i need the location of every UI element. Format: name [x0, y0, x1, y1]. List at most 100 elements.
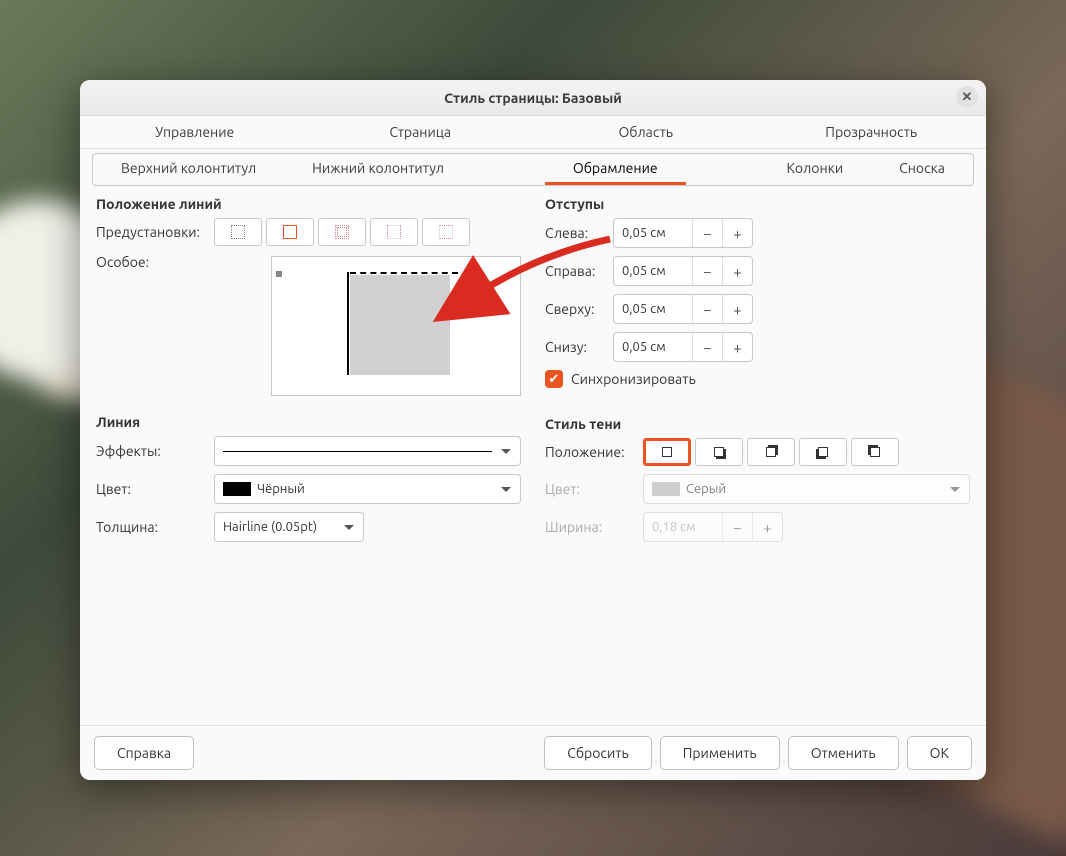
tab-page[interactable]: Страница — [308, 116, 534, 148]
shadow-bottom-right[interactable] — [695, 438, 743, 466]
line-color-label: Цвет: — [96, 481, 206, 497]
preset-top-bottom[interactable] — [422, 218, 470, 246]
preview-top-border-selected — [350, 272, 458, 274]
shadow-width-row: Ширина: − + — [545, 512, 970, 542]
dialog-content: Положение линий Предустановки: Особое: — [80, 186, 986, 725]
shadow-width-spin: − + — [643, 512, 783, 542]
handle-top-left — [276, 271, 282, 277]
pad-bottom-input[interactable] — [614, 340, 692, 354]
shadow-top-right[interactable] — [747, 438, 795, 466]
shadow-br-icon — [714, 447, 724, 457]
shadow-position-label: Положение: — [545, 444, 635, 460]
preset-none[interactable] — [214, 218, 262, 246]
line-color-row: Цвет: Чёрный — [96, 474, 521, 504]
line-width-label: Толщина: — [96, 519, 206, 535]
tab-header[interactable]: Верхний колонтитул — [93, 154, 284, 185]
shadow-none[interactable] — [643, 438, 691, 466]
line-width-value: Hairline (0.05pt) — [223, 520, 317, 534]
section-line-arrangement: Положение линий — [96, 196, 521, 212]
left-column: Положение линий Предустановки: Особое: — [96, 196, 521, 721]
shadow-width-label: Ширина: — [545, 519, 635, 535]
shadow-width-inc: + — [752, 513, 782, 541]
tab-area[interactable]: Область — [533, 116, 759, 148]
apply-button[interactable]: Применить — [660, 736, 780, 770]
effects-combo[interactable] — [214, 436, 521, 466]
tab-columns[interactable]: Колонки — [759, 154, 872, 185]
pad-right-spin[interactable]: − + — [613, 256, 753, 286]
checkbox-checked-icon: ✔ — [545, 370, 563, 388]
tab-footnote[interactable]: Сноска — [871, 154, 973, 185]
pad-top-input[interactable] — [614, 302, 692, 316]
line-width-combo[interactable]: Hairline (0.05pt) — [214, 512, 364, 542]
line-color-combo[interactable]: Чёрный — [214, 474, 521, 504]
section-shadow: Стиль тени — [545, 416, 970, 432]
reset-button[interactable]: Сбросить — [544, 736, 651, 770]
effects-row: Эффекты: — [96, 436, 521, 466]
line-style-preview — [223, 451, 492, 452]
shadow-color-swatch-icon — [652, 482, 680, 496]
pad-bottom-inc[interactable]: + — [722, 333, 752, 361]
tab-borders[interactable]: Обрамление — [545, 154, 686, 185]
close-button[interactable]: ✕ — [956, 86, 978, 108]
cancel-button[interactable]: Отменить — [788, 736, 899, 770]
help-button[interactable]: Справка — [94, 736, 194, 770]
pad-top-row: Сверху: − + — [545, 294, 970, 324]
section-padding: Отступы — [545, 196, 970, 212]
pad-right-row: Справа: − + — [545, 256, 970, 286]
pad-bottom-row: Снизу: − + — [545, 332, 970, 362]
pad-right-dec[interactable]: − — [692, 257, 722, 285]
ok-button[interactable]: ОК — [907, 736, 972, 770]
pad-left-input[interactable] — [614, 226, 692, 240]
pad-bottom-label: Снизу: — [545, 339, 605, 355]
custom-row: Особое: — [96, 254, 521, 396]
presets-label: Предустановки: — [96, 224, 206, 240]
shadow-top-left[interactable] — [851, 438, 899, 466]
close-icon: ✕ — [962, 90, 973, 105]
sync-checkbox[interactable]: ✔ Синхронизировать — [545, 370, 970, 388]
pad-top-dec[interactable]: − — [692, 295, 722, 323]
shadow-bl-icon — [818, 447, 828, 457]
shadow-tl-icon — [870, 447, 880, 457]
custom-border-preview[interactable] — [271, 256, 521, 396]
pad-left-row: Слева: − + — [545, 218, 970, 248]
shadow-color-row: Цвет: Серый — [545, 474, 970, 504]
pad-left-spin[interactable]: − + — [613, 218, 753, 248]
preset-box-icon — [283, 225, 297, 239]
shadow-bottom-left[interactable] — [799, 438, 847, 466]
tab-management[interactable]: Управление — [82, 116, 308, 148]
pad-right-inc[interactable]: + — [722, 257, 752, 285]
color-swatch-icon — [223, 482, 251, 496]
tab-footer[interactable]: Нижний колонтитул — [284, 154, 472, 185]
preview-page — [350, 275, 450, 375]
pad-bottom-spin[interactable]: − + — [613, 332, 753, 362]
tab-transparency[interactable]: Прозрачность — [759, 116, 985, 148]
presets-row: Предустановки: — [96, 218, 521, 246]
titlebar: Стиль страницы: Базовый ✕ — [80, 80, 986, 116]
effects-label: Эффекты: — [96, 443, 206, 459]
line-width-row: Толщина: Hairline (0.05pt) — [96, 512, 521, 542]
section-line: Линия — [96, 414, 521, 430]
pad-right-label: Справа: — [545, 263, 605, 279]
preset-left-right[interactable] — [370, 218, 418, 246]
tabs-row-1: Управление Страница Область Прозрачность — [80, 116, 986, 149]
tabs-row-2: Верхний колонтитул Нижний колонтитул Обр… — [92, 153, 974, 186]
preset-shadow-box[interactable] — [318, 218, 366, 246]
shadow-width-dec: − — [722, 513, 752, 541]
pad-left-label: Слева: — [545, 225, 605, 241]
dialog-buttons: Справка Сбросить Применить Отменить ОК — [80, 725, 986, 780]
pad-left-dec[interactable]: − — [692, 219, 722, 247]
shadow-none-icon — [662, 447, 672, 457]
preset-tb-icon — [439, 225, 453, 239]
pad-left-inc[interactable]: + — [722, 219, 752, 247]
pad-top-label: Сверху: — [545, 301, 605, 317]
sync-label: Синхронизировать — [571, 371, 696, 387]
shadow-width-input — [644, 520, 722, 534]
pad-bottom-dec[interactable]: − — [692, 333, 722, 361]
pad-right-input[interactable] — [614, 264, 692, 278]
preset-lr-icon — [387, 225, 401, 239]
custom-label: Особое: — [96, 254, 206, 270]
pad-top-spin[interactable]: − + — [613, 294, 753, 324]
pad-top-inc[interactable]: + — [722, 295, 752, 323]
line-color-value: Чёрный — [257, 482, 305, 496]
preset-box[interactable] — [266, 218, 314, 246]
